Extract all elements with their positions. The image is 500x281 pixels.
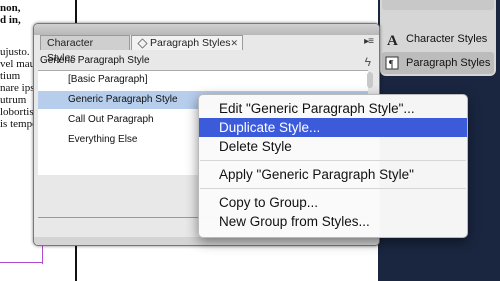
current-style-label: Generic Paragraph Style — [40, 55, 150, 66]
close-tab-icon[interactable]: ✕ — [230, 36, 238, 51]
svg-text:A: A — [387, 33, 398, 47]
panel-title-bar[interactable] — [34, 24, 379, 35]
character-styles-icon: A — [384, 30, 402, 48]
document-text-line: is tempo — [0, 118, 38, 130]
dock-item-paragraph-styles[interactable]: ¶ Paragraph Styles — [382, 52, 494, 74]
menu-separator — [200, 160, 466, 161]
scrollbar[interactable] — [367, 72, 373, 88]
dock-item-character-styles[interactable]: A Character Styles — [382, 28, 494, 50]
tab-character-styles[interactable]: Character Styles — [40, 35, 130, 64]
paragraph-styles-icon: ¶ — [384, 54, 402, 72]
dock-item-label: Paragraph Styles — [406, 57, 491, 69]
menu-item-duplicate-style[interactable]: Duplicate Style... — [199, 118, 467, 137]
list-item[interactable]: [Basic Paragraph] — [38, 71, 368, 89]
panel-menu-icon[interactable]: ▸≡ — [364, 36, 374, 47]
collapsed-panel-header[interactable] — [382, 0, 494, 10]
menu-item-apply-style[interactable]: Apply "Generic Paragraph Style" — [199, 165, 467, 184]
document-text-line: non, — [0, 2, 21, 14]
svg-text:¶: ¶ — [389, 59, 394, 70]
context-menu: Edit "Generic Paragraph Style"... Duplic… — [198, 94, 468, 238]
document-text-line: lobortis — [0, 106, 34, 118]
quick-apply-icon[interactable]: ϟ — [365, 55, 371, 69]
tab-paragraph-styles[interactable]: Paragraph Styles ✕ — [131, 35, 243, 50]
menu-item-edit-style[interactable]: Edit "Generic Paragraph Style"... — [199, 99, 467, 118]
tab-diamond-icon — [137, 38, 148, 49]
document-text-line: utrum — [0, 94, 27, 106]
panel-footer — [34, 237, 379, 245]
dock-item-label: Character Styles — [406, 33, 488, 45]
menu-separator — [200, 188, 466, 189]
document-text-line: d in, — [0, 14, 21, 26]
margin-guide — [0, 262, 42, 263]
menu-item-new-group-from-styles[interactable]: New Group from Styles... — [199, 212, 467, 231]
menu-item-copy-to-group[interactable]: Copy to Group... — [199, 193, 467, 212]
document-text-line: ujusto. — [0, 46, 30, 58]
tab-label: Paragraph Styles — [150, 37, 231, 49]
menu-item-delete-style[interactable]: Delete Style — [199, 137, 467, 156]
document-text-line: tium — [0, 70, 21, 82]
